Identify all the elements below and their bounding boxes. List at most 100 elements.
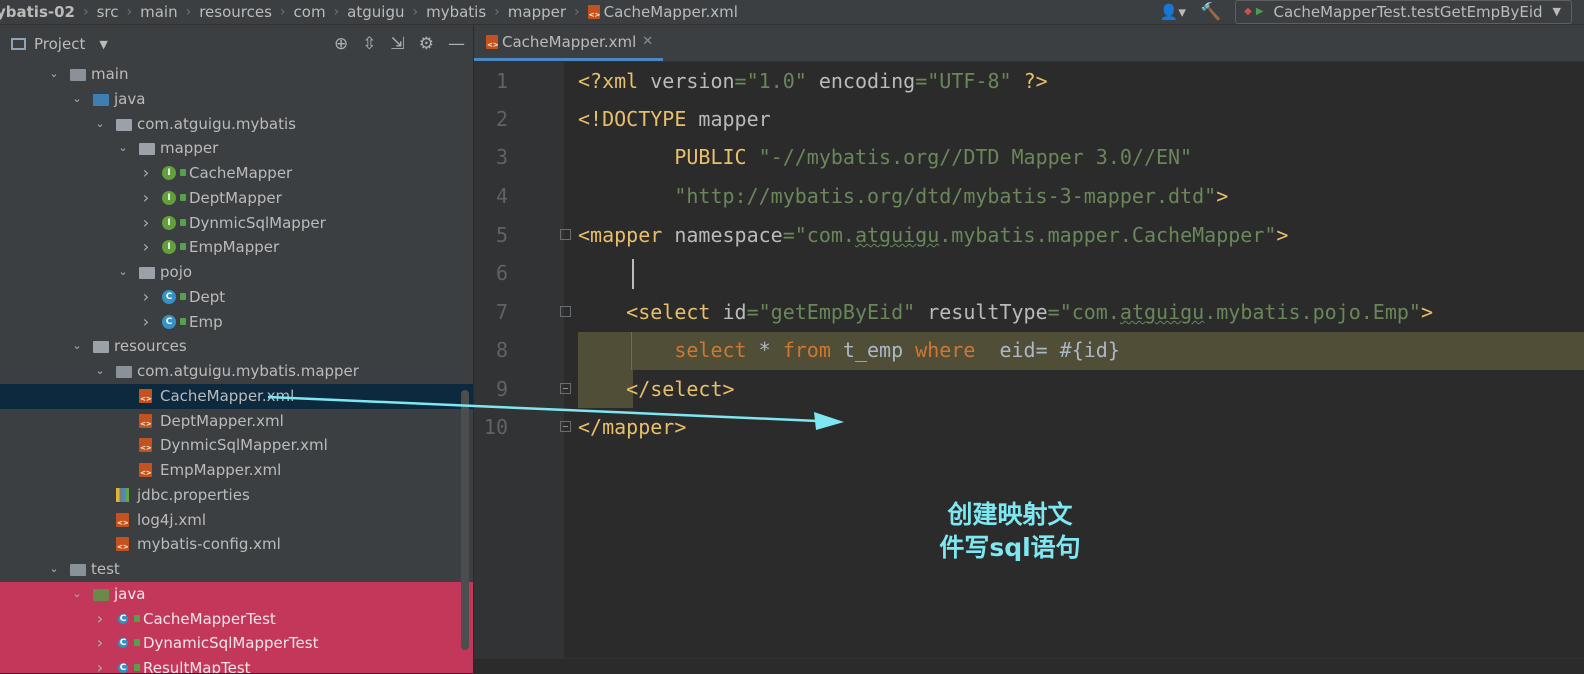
tree-item[interactable]: › C Dept [0,285,473,310]
project-scrollbar[interactable] [461,390,469,650]
code-line-9: </select> [578,370,734,408]
collapse-all-icon[interactable]: ⇲ [391,34,405,54]
project-header: Project ▼ ⊕ ⇳ ⇲ ⚙ — [0,25,473,63]
editor-horizontal-scrollbar[interactable] [474,658,1584,674]
tree-item[interactable]: ⌄ test [0,557,473,582]
tree-item[interactable]: › C CacheMapperTest [0,606,473,632]
build-hammer-icon[interactable]: 🔨 [1200,0,1221,24]
code-token: > [1420,300,1433,324]
expand-all-icon[interactable]: ⇳ [362,34,376,54]
chevron-right-icon[interactable]: › [139,161,153,186]
code-token: <?xml [578,69,651,93]
tree-item[interactable]: ⌄ mapper [0,136,473,161]
editor-tab-cachemapper-xml[interactable]: CacheMapper.xml ✕ [474,25,664,61]
gear-icon[interactable]: ⚙ [419,34,434,54]
code-token: > [1276,223,1289,247]
line-number[interactable]: 10 [474,408,508,446]
tree-item[interactable]: DeptMapper.xml [0,409,473,434]
tree-item[interactable]: › C Emp [0,310,473,335]
line-number[interactable]: 6 [474,254,508,292]
chevron-down-icon[interactable]: ⌄ [70,334,84,359]
chevron-right-icon[interactable]: › [139,310,153,335]
line-number[interactable]: 5 [474,216,508,254]
code-token: .mybatis.mapper.CacheMapper" [939,223,1277,247]
annotation-line: 件写sql语句 [939,533,1081,562]
tree-item[interactable]: EmpMapper.xml [0,458,473,483]
tree-item[interactable]: log4j.xml [0,508,473,533]
line-number[interactable]: 4 [474,177,508,215]
minimize-icon[interactable]: — [448,34,465,54]
tree-item[interactable]: ⌄ com.atguigu.mybatis [0,112,473,137]
chevron-right-icon[interactable]: › [93,607,107,632]
fold-marker-icon[interactable] [560,306,571,317]
breadcrumb-main[interactable]: main [140,0,177,24]
chevron-right-icon[interactable]: › [93,631,107,656]
tree-item[interactable]: › I EmpMapper [0,235,473,260]
chevron-down-icon[interactable]: ⌄ [116,136,130,161]
chevron-right-icon: › [126,4,133,20]
breadcrumb-file[interactable]: CacheMapper.xml [604,0,738,24]
tree-item-label: java [114,584,146,603]
tree-item[interactable]: › C DynamicSqlMapperTest [0,631,473,656]
tree-item[interactable]: › I CacheMapper [0,161,473,186]
tree-item[interactable]: jdbc.properties [0,483,473,508]
fold-end-marker-icon[interactable] [560,421,571,432]
chevron-down-icon[interactable]: ▼ [99,38,107,51]
tree-item[interactable]: › I DeptMapper [0,186,473,211]
code-token: <mapper [578,223,675,247]
tree-item[interactable]: CacheMapper.xml [0,383,473,409]
tree-item[interactable]: ⌄ resources [0,334,473,359]
chevron-right-icon: › [494,4,500,20]
breadcrumb-atguigu[interactable]: atguigu [347,0,404,24]
breadcrumb-mapper[interactable]: mapper [508,0,566,24]
tree-item-label: java [114,89,146,108]
line-number[interactable]: 8 [474,331,508,369]
tree-item[interactable]: DynmicSqlMapper.xml [0,433,473,458]
tree-item-label: com.atguigu.mybatis.mapper [137,362,359,380]
chevron-right-icon[interactable]: › [93,656,107,673]
locate-file-icon[interactable]: ⊕ [334,34,348,54]
tree-item[interactable]: ⌄ pojo [0,260,473,285]
fold-end-marker-icon[interactable] [560,383,571,394]
chevron-down-icon[interactable]: ⌄ [93,112,107,137]
tree-item[interactable]: › C ResultMapTest [0,656,473,673]
tree-item[interactable]: ⌄ com.atguigu.mybatis.mapper [0,359,473,384]
breadcrumb-resources[interactable]: resources [199,0,272,24]
code-token: "getEmpByEid" [758,300,916,324]
package-icon [139,267,155,279]
chevron-right-icon[interactable]: › [139,186,153,211]
tree-item-label: test [91,560,120,578]
user-icon[interactable]: 👤▾ [1160,0,1186,24]
chevron-down-icon[interactable]: ⌄ [116,260,130,285]
chevron-down-icon[interactable]: ⌄ [47,62,61,87]
close-icon[interactable]: ✕ [642,34,653,49]
breadcrumb-com[interactable]: com [294,0,326,24]
line-number[interactable]: 7 [474,293,508,331]
line-number[interactable]: 3 [474,138,508,176]
chevron-down-icon[interactable]: ⌄ [93,359,107,384]
tree-item[interactable]: › I DynmicSqlMapper [0,211,473,236]
tree-item[interactable]: ⌄ main [0,62,473,87]
chevron-down-icon[interactable]: ⌄ [70,582,84,607]
tree-item[interactable]: mybatis-config.xml [0,532,473,557]
tree-item[interactable]: ⌄ java [0,87,473,112]
breadcrumb-project[interactable]: ybatis-02 [0,0,75,24]
fold-marker-icon[interactable] [560,229,571,240]
code-token: from [782,338,831,362]
chevron-down-icon[interactable]: ⌄ [47,557,61,582]
tree-item[interactable]: ⌄ java [0,581,473,607]
xml-file-icon [116,512,129,527]
run-configuration-selector[interactable]: ◆ ▶ CacheMapperTest.testGetEmpByEid ▼ [1235,0,1572,24]
lock-icon [180,317,186,325]
source-folder-icon [93,93,109,106]
line-number[interactable]: 2 [474,100,508,138]
line-number[interactable]: 1 [474,62,508,100]
project-view-selector[interactable]: Project [34,35,85,53]
chevron-right-icon[interactable]: › [139,235,153,260]
breadcrumb-src[interactable]: src [97,0,119,24]
line-number[interactable]: 9 [474,370,508,408]
chevron-right-icon[interactable]: › [139,211,153,236]
chevron-right-icon[interactable]: › [139,285,153,310]
breadcrumb-mybatis[interactable]: mybatis [426,0,486,24]
chevron-down-icon[interactable]: ⌄ [70,87,84,112]
